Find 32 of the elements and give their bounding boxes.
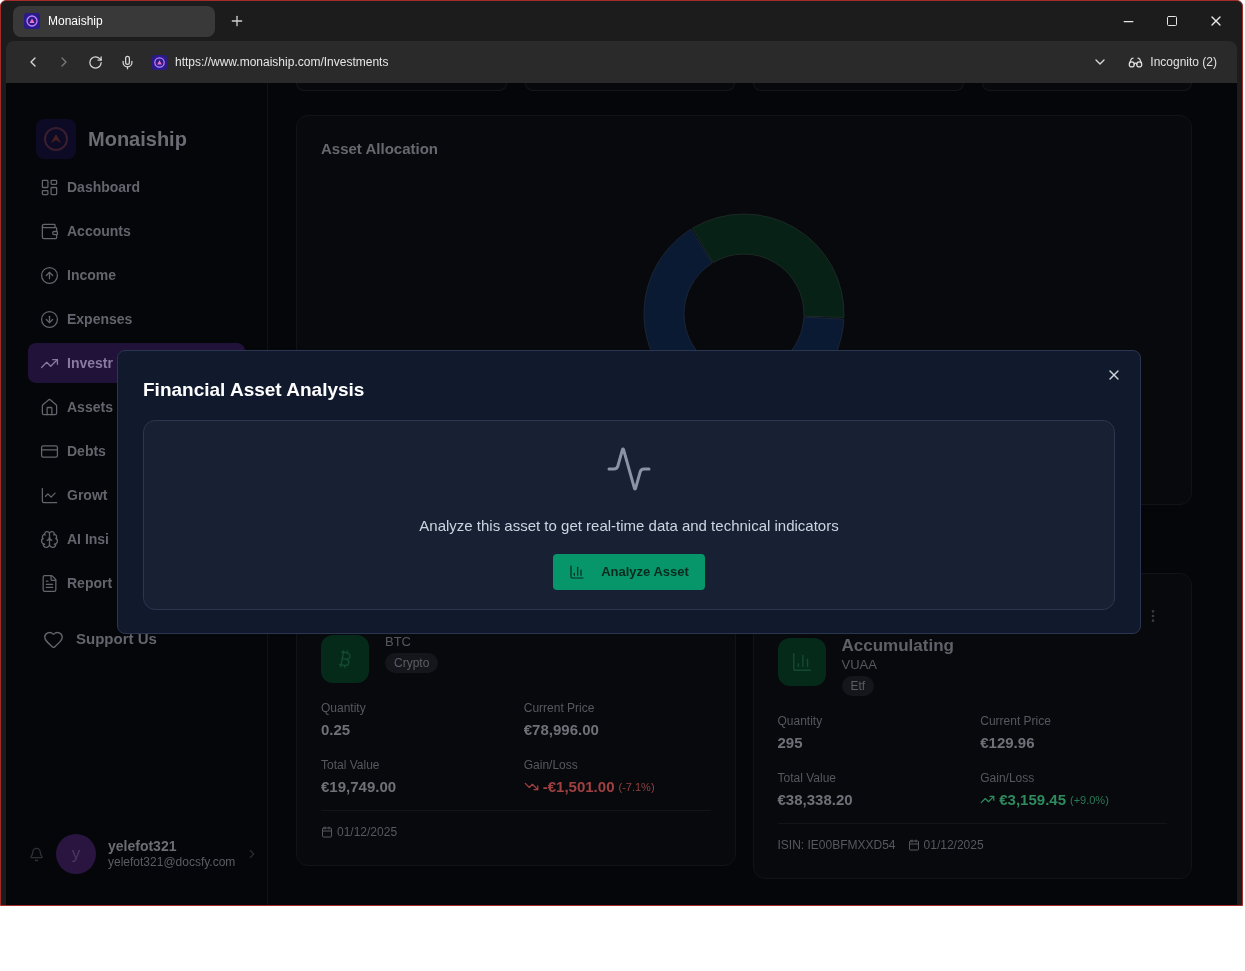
stat-label: Quantity — [777, 713, 824, 730]
gain-value: -€1,501.00 — [542, 776, 615, 797]
user-email: yelefot321@docsfy.com — [108, 855, 236, 871]
stat-label: Current Price — [980, 713, 1052, 730]
asset-symbol: BTC — [385, 633, 411, 651]
stat-label: Quantity — [321, 700, 367, 717]
stat-value: 0.25 — [321, 720, 352, 740]
brand-name: Monaiship — [88, 127, 187, 152]
stat-label: Total Value — [321, 756, 381, 774]
dialog-title: Financial Asset Analysis — [143, 378, 365, 402]
stat-value: €78,996.00 — [523, 720, 600, 740]
gain-value: €3,159.45 — [999, 789, 1066, 810]
stat-label: Total Value — [777, 769, 837, 787]
asset-type-tag: Crypto — [385, 653, 439, 673]
date-text: 01/12/2025 — [923, 837, 984, 854]
stat-label: Gain/Loss — [523, 756, 579, 774]
gain-percent: (+9.0%) — [1070, 792, 1109, 808]
stat-value: €38,338.20 — [777, 789, 854, 810]
stat-label: Current Price — [523, 700, 596, 717]
asset-name: Accumulating — [841, 636, 954, 656]
asset-type-tag: Etf — [841, 676, 875, 696]
isin-text: ISIN: IE00BFMXXD54 — [777, 837, 896, 854]
stat-label: Gain/Loss — [980, 769, 1036, 787]
date-text: 01/12/2025 — [337, 824, 398, 841]
card-title: Asset Allocation — [321, 139, 438, 159]
stat-value: 295 — [777, 733, 804, 753]
stat-value: €129.96 — [980, 733, 1036, 753]
user-name: yelefot321 — [108, 837, 178, 856]
stat-value: €19,749.00 — [321, 776, 398, 797]
analysis-message: Analyze this asset to get real-time data and technical indicators — [419, 516, 839, 536]
gain-percent: (-7.1%) — [618, 779, 655, 795]
asset-symbol: VUAA — [841, 656, 877, 674]
